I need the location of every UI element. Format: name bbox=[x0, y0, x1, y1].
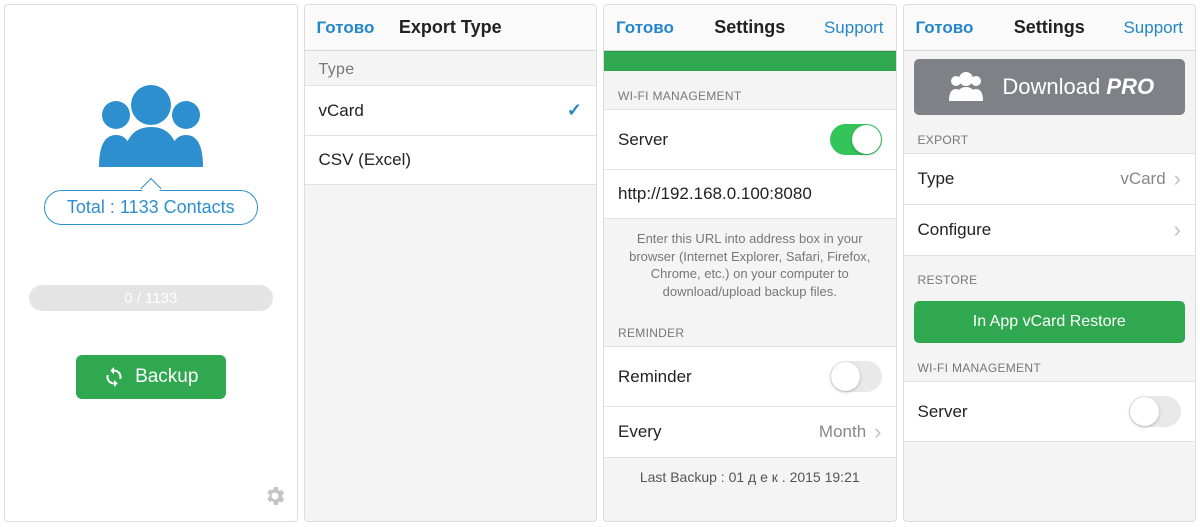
download-pro-label: Download bbox=[1002, 74, 1100, 99]
nav-support-link[interactable]: Support bbox=[824, 18, 884, 38]
row-every-label: Every bbox=[618, 422, 661, 442]
nav-support-link[interactable]: Support bbox=[1123, 18, 1183, 38]
chevron-right-icon: › bbox=[1174, 168, 1181, 190]
row-export-type[interactable]: Type vCard › bbox=[904, 153, 1196, 205]
wifi-hint-text: Enter this URL into address box in your … bbox=[604, 218, 896, 308]
total-contacts-label: Total : 1133 Contacts bbox=[67, 197, 235, 217]
navbar: Готово Export Type bbox=[305, 5, 597, 51]
people-pro-icon bbox=[944, 71, 988, 103]
section-wifi-header: WI-FI MANAGEMENT bbox=[904, 343, 1196, 381]
restore-button[interactable]: In App vCard Restore bbox=[914, 301, 1186, 343]
row-server-label: Server bbox=[618, 130, 668, 150]
server-toggle[interactable] bbox=[1129, 396, 1181, 427]
option-vcard-label: vCard bbox=[319, 101, 364, 121]
nav-done-button[interactable]: Готово bbox=[616, 18, 674, 38]
row-server[interactable]: Server bbox=[604, 109, 896, 170]
row-every-value: Month bbox=[819, 422, 866, 442]
restore-button-label: In App vCard Restore bbox=[973, 313, 1126, 331]
contacts-icon bbox=[81, 77, 221, 172]
screen-settings-main: Готово Settings Support Download PRO EXP… bbox=[903, 4, 1197, 522]
download-pro-banner[interactable]: Download PRO bbox=[914, 59, 1186, 115]
screen-export-type: Готово Export Type Type vCard ✓ CSV (Exc… bbox=[304, 4, 598, 522]
section-restore-header: RESTORE bbox=[904, 255, 1196, 293]
screen-main: Total : 1133 Contacts 0 / 1133 Backup bbox=[4, 4, 298, 522]
progress-text: 0 / 1133 bbox=[124, 290, 177, 307]
nav-done-button[interactable]: Готово bbox=[317, 18, 375, 38]
option-csv-label: CSV (Excel) bbox=[319, 150, 412, 170]
server-url-text: http://192.168.0.100:8080 bbox=[618, 184, 812, 204]
row-url[interactable]: http://192.168.0.100:8080 bbox=[604, 169, 896, 219]
row-configure[interactable]: Configure › bbox=[904, 204, 1196, 256]
section-export-header: EXPORT bbox=[904, 115, 1196, 153]
backup-button[interactable]: Backup bbox=[76, 355, 226, 399]
option-vcard[interactable]: vCard ✓ bbox=[305, 85, 597, 136]
screen-settings-wifi: Готово Settings Support WI-FI MANAGEMENT… bbox=[603, 4, 897, 522]
gear-icon[interactable] bbox=[263, 484, 287, 513]
row-reminder-label: Reminder bbox=[618, 367, 692, 387]
progress-bar: 0 / 1133 bbox=[29, 285, 273, 311]
pro-word: PRO bbox=[1106, 74, 1154, 99]
server-toggle[interactable] bbox=[830, 124, 882, 155]
backup-label: Backup bbox=[135, 366, 198, 388]
option-csv[interactable]: CSV (Excel) bbox=[305, 135, 597, 185]
refresh-icon bbox=[103, 366, 125, 388]
chevron-right-icon: › bbox=[1174, 219, 1181, 241]
row-type-value: vCard bbox=[1120, 169, 1165, 189]
row-type-label: Type bbox=[918, 169, 955, 189]
navbar: Готово Settings Support bbox=[604, 5, 896, 51]
reminder-toggle[interactable] bbox=[830, 361, 882, 392]
row-server[interactable]: Server bbox=[904, 381, 1196, 442]
section-header-type: Type bbox=[305, 51, 597, 85]
section-reminder-header: REMINDER bbox=[604, 308, 896, 346]
total-contacts-bubble: Total : 1133 Contacts bbox=[44, 190, 258, 225]
row-every[interactable]: Every Month › bbox=[604, 406, 896, 458]
last-backup-text: Last Backup : 01 д е к . 2015 19:21 bbox=[604, 457, 896, 497]
section-wifi-header: WI-FI MANAGEMENT bbox=[604, 71, 896, 109]
row-server-label: Server bbox=[918, 402, 968, 422]
row-configure-label: Configure bbox=[918, 220, 992, 240]
navbar: Готово Settings Support bbox=[904, 5, 1196, 51]
row-reminder[interactable]: Reminder bbox=[604, 346, 896, 407]
chevron-right-icon: › bbox=[874, 421, 881, 443]
check-icon: ✓ bbox=[567, 100, 582, 121]
top-green-bar bbox=[604, 51, 896, 71]
nav-done-button[interactable]: Готово bbox=[916, 18, 974, 38]
